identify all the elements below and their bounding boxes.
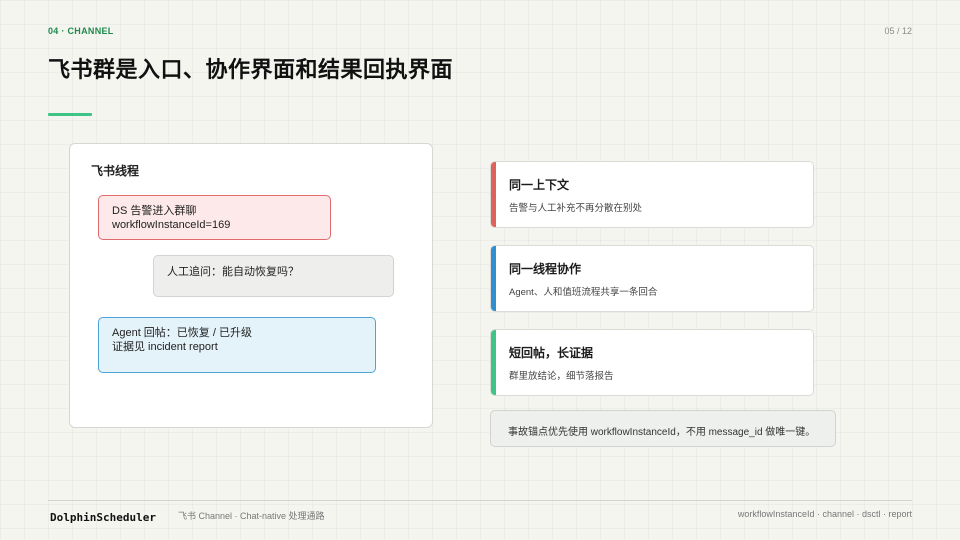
card-accent-stripe [491, 330, 496, 395]
human-message-line1: 人工追问：能自动恢复吗？ [167, 266, 299, 278]
card-same-context: 同一上下文 告警与人工补充不再分散在别处 [490, 161, 814, 228]
footer-logo: DolphinScheduler [50, 511, 156, 524]
footer-divider [48, 500, 912, 501]
agent-message-line2: 证据见 incident report [112, 341, 218, 353]
card-title: 短回帖，长证据 [509, 346, 594, 360]
alert-message-line1: DS 告警进入群聊 [112, 205, 197, 217]
thread-panel: 飞书线程 DS 告警进入群聊 workflowInstanceId=169 人工… [69, 143, 433, 428]
human-message: 人工追问：能自动恢复吗？ [153, 255, 394, 297]
card-title: 同一线程协作 [509, 262, 582, 276]
alert-message: DS 告警进入群聊 workflowInstanceId=169 [98, 195, 331, 240]
page-number: 05 / 12 [884, 26, 912, 36]
card-description: 告警与人工补充不再分散在别处 [509, 203, 643, 214]
footer-left-text: 飞书 Channel · Chat-native 处理通路 [178, 511, 325, 521]
card-description: Agent、人和值班流程共享一条回合 [509, 287, 658, 298]
agent-message-line1: Agent 回帖：已恢复 / 已升级 [112, 327, 252, 339]
card-title: 同一上下文 [509, 178, 570, 192]
incident-anchor-note: 事故锚点优先使用 workflowInstanceId，不用 message_i… [490, 410, 836, 447]
footer-right-text: workflowInstanceId · channel · dsctl · r… [737, 509, 912, 519]
thread-panel-title: 飞书线程 [91, 164, 140, 178]
card-description: 群里放结论，细节落报告 [509, 371, 614, 382]
card-accent-stripe [491, 162, 496, 227]
alert-message-line2: workflowInstanceId=169 [112, 219, 231, 231]
page-title: 飞书群是入口、协作界面和结果回执界面 [48, 57, 454, 82]
card-accent-stripe [491, 246, 496, 311]
title-accent-bar [48, 113, 92, 116]
agent-message: Agent 回帖：已恢复 / 已升级 证据见 incident report [98, 317, 376, 373]
card-short-reply: 短回帖，长证据 群里放结论，细节落报告 [490, 329, 814, 396]
section-tag: 04 · CHANNEL [48, 26, 114, 36]
card-same-thread: 同一线程协作 Agent、人和值班流程共享一条回合 [490, 245, 814, 312]
